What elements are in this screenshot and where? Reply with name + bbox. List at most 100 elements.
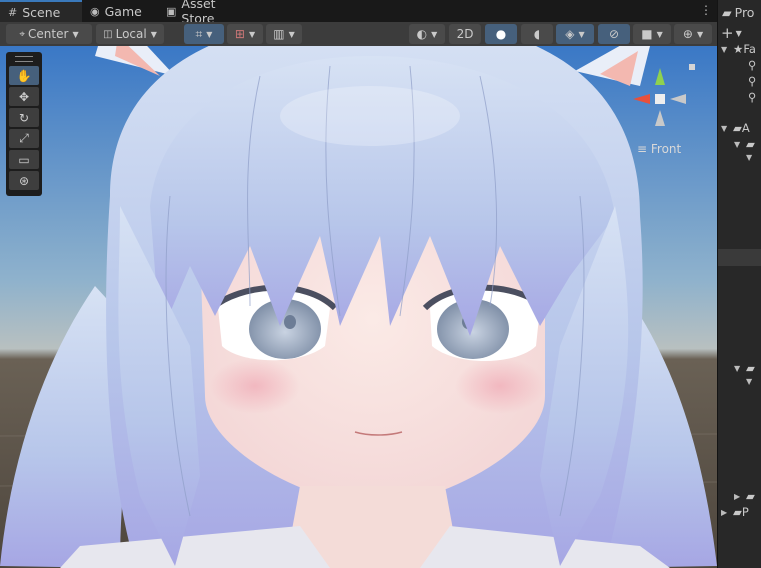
favorite-search-1[interactable]: ⚲: [748, 58, 756, 72]
folder-icon: ▰: [746, 489, 755, 503]
search-icon: ⚲: [748, 74, 757, 88]
tree-assets-child-1[interactable]: ▼ ▰: [734, 137, 755, 151]
tree-favorites[interactable]: ▼ ★ Fa: [721, 42, 756, 56]
gizmo-view-label[interactable]: ≡ Front: [637, 142, 681, 156]
grid-snap-icon: ⌗: [195, 26, 203, 41]
menu-lines-icon: ≡: [637, 142, 651, 156]
audio-toggle[interactable]: ◖: [521, 24, 553, 44]
speaker-icon: ◖: [533, 27, 541, 41]
scene-render: [0, 46, 717, 568]
chevron-down-icon: ▼: [735, 28, 742, 38]
expand-arrow-icon: ▼: [721, 44, 728, 54]
tree-assets-child-2[interactable]: ▼: [746, 153, 758, 162]
tree-assets-label: A: [741, 121, 750, 135]
cube-icon: ◫: [103, 28, 113, 40]
tool-palette: ✋ ✥ ↻ ⤢ ▭ ⊛: [6, 52, 42, 196]
chevron-down-icon: ▼: [206, 29, 213, 39]
camera-settings-dropdown[interactable]: ■ ▼: [633, 24, 671, 44]
chevron-down-icon: ▼: [578, 29, 585, 39]
camera-icon: ■: [641, 27, 653, 41]
2d-mode-toggle[interactable]: 2D: [449, 24, 481, 44]
tab-menu-icon[interactable]: ⋮: [700, 3, 712, 17]
project-panel: ▰ Pro + ▼ ▼ ★ Fa ⚲ ⚲ ⚲ ▼ ▰ A ▼ ▰ ▼ ▼ ▰ ▼ ▶ ▰…: [717, 0, 761, 568]
add-asset-button[interactable]: + ▼: [721, 24, 742, 42]
tab-game-label: Game: [104, 3, 142, 19]
move-tool-button[interactable]: ✥: [9, 87, 39, 106]
search-icon: ⚲: [748, 58, 757, 72]
gizmos-dropdown[interactable]: ⊕ ▼: [674, 24, 712, 44]
chevron-down-icon: ▼: [696, 29, 704, 39]
chevron-down-icon: ▼: [72, 29, 79, 39]
tree-packages-label: P: [741, 505, 749, 519]
scene-toolbar: ⌖ Center ▼ ◫ Local ▼ ⌗ ▼ ⊞ ▼ ▥ ▼ ◐ ▼ 2D …: [0, 22, 717, 47]
tab-asset-store[interactable]: ▣ Asset Store: [158, 0, 260, 26]
effects-dropdown[interactable]: ◈ ▼: [556, 24, 594, 44]
favorite-search-2[interactable]: ⚲: [748, 74, 756, 88]
folder-icon: ▰: [733, 505, 742, 519]
chevron-down-icon: ▼: [288, 29, 295, 39]
pivot-mode-label: Center: [28, 27, 69, 41]
collapse-arrow-icon: ▶: [721, 507, 728, 517]
rect-tool-button[interactable]: ▭: [9, 150, 39, 169]
snap-increment-icon: ⊞: [234, 27, 245, 41]
tab-game[interactable]: ◉ Game: [82, 0, 156, 22]
tree-selected-row[interactable]: [718, 249, 761, 266]
hand-tool-button[interactable]: ✋: [9, 66, 39, 85]
tab-project-label: Pro: [734, 4, 755, 20]
light-bulb-icon: ●: [495, 27, 507, 41]
grid-visibility-button[interactable]: ▥ ▼: [266, 24, 302, 44]
tool-palette-grip[interactable]: [15, 56, 33, 62]
transform-icon: ⊛: [18, 173, 30, 188]
folder-icon: ▰: [746, 137, 755, 151]
expand-arrow-icon: ▼: [721, 123, 728, 133]
hand-icon: ✋: [16, 68, 32, 83]
snap-increment-button[interactable]: ⊞ ▼: [227, 24, 263, 44]
grid-visibility-icon: ▥: [273, 27, 285, 41]
shopping-bag-icon: ▣: [166, 4, 177, 18]
gizmo-globe-icon: ⊕: [682, 27, 693, 41]
tree-packages[interactable]: ▶ ▰ P: [721, 505, 749, 519]
effects-layers-icon: ◈: [565, 27, 575, 41]
collapse-arrow-icon: ▶: [734, 491, 741, 501]
favorite-search-3[interactable]: ⚲: [748, 90, 756, 104]
grid-snap-toggle[interactable]: ⌗ ▼: [184, 24, 224, 44]
scene-viewport[interactable]: ✋ ✥ ↻ ⤢ ▭ ⊛ ≡ Front: [0, 46, 717, 568]
folder-icon: ▰: [722, 4, 732, 20]
tree-assets-child-5[interactable]: ▶ ▰: [734, 489, 755, 503]
chevron-down-icon: ▼: [431, 29, 438, 39]
scene-visibility-toggle[interactable]: ⊘: [598, 24, 630, 44]
rotate-tool-button[interactable]: ↻: [9, 108, 39, 127]
draw-mode-dropdown[interactable]: ◐ ▼: [409, 24, 445, 44]
folder-icon: ▰: [733, 121, 742, 135]
shading-sphere-icon: ◐: [416, 27, 428, 41]
rotate-icon: ↻: [18, 110, 30, 125]
expand-arrow-icon: ▼: [734, 139, 741, 149]
tab-scene[interactable]: # Scene: [0, 0, 82, 22]
2d-mode-label: 2D: [456, 27, 474, 41]
pivot-icon: ⌖: [19, 28, 26, 40]
lighting-toggle[interactable]: ●: [485, 24, 517, 44]
pivot-rotation-label: Local: [115, 27, 147, 41]
transform-tool-button[interactable]: ⊛: [9, 171, 39, 190]
folder-icon: ▰: [746, 361, 755, 375]
tab-scene-label: Scene: [22, 4, 61, 20]
search-icon: ⚲: [748, 90, 757, 104]
star-icon: ★: [733, 42, 744, 56]
scale-tool-button[interactable]: ⤢: [9, 129, 39, 148]
hash-grid-icon: #: [8, 5, 18, 19]
expand-arrow-icon: ▼: [746, 153, 753, 162]
expand-arrow-icon: ▼: [746, 377, 753, 386]
tab-project[interactable]: ▰ Pro: [722, 0, 754, 24]
scene-tab-bar: # Scene ◉ Game ▣ Asset Store ⋮: [0, 0, 717, 26]
chevron-down-icon: ▼: [656, 29, 663, 39]
eye-slash-icon: ⊘: [608, 27, 620, 41]
tree-assets-child-4[interactable]: ▼: [746, 377, 758, 386]
pivot-rotation-dropdown[interactable]: ◫ Local ▼: [96, 24, 164, 44]
tree-favorites-label: Fa: [743, 42, 756, 56]
tree-assets[interactable]: ▼ ▰ A: [721, 121, 750, 135]
rect-transform-icon: ▭: [18, 152, 30, 167]
pivot-mode-dropdown[interactable]: ⌖ Center ▼: [6, 24, 92, 44]
expand-arrow-icon: ▼: [734, 363, 741, 373]
chevron-down-icon: ▼: [150, 29, 157, 39]
tree-assets-child-3[interactable]: ▼ ▰: [734, 361, 755, 375]
